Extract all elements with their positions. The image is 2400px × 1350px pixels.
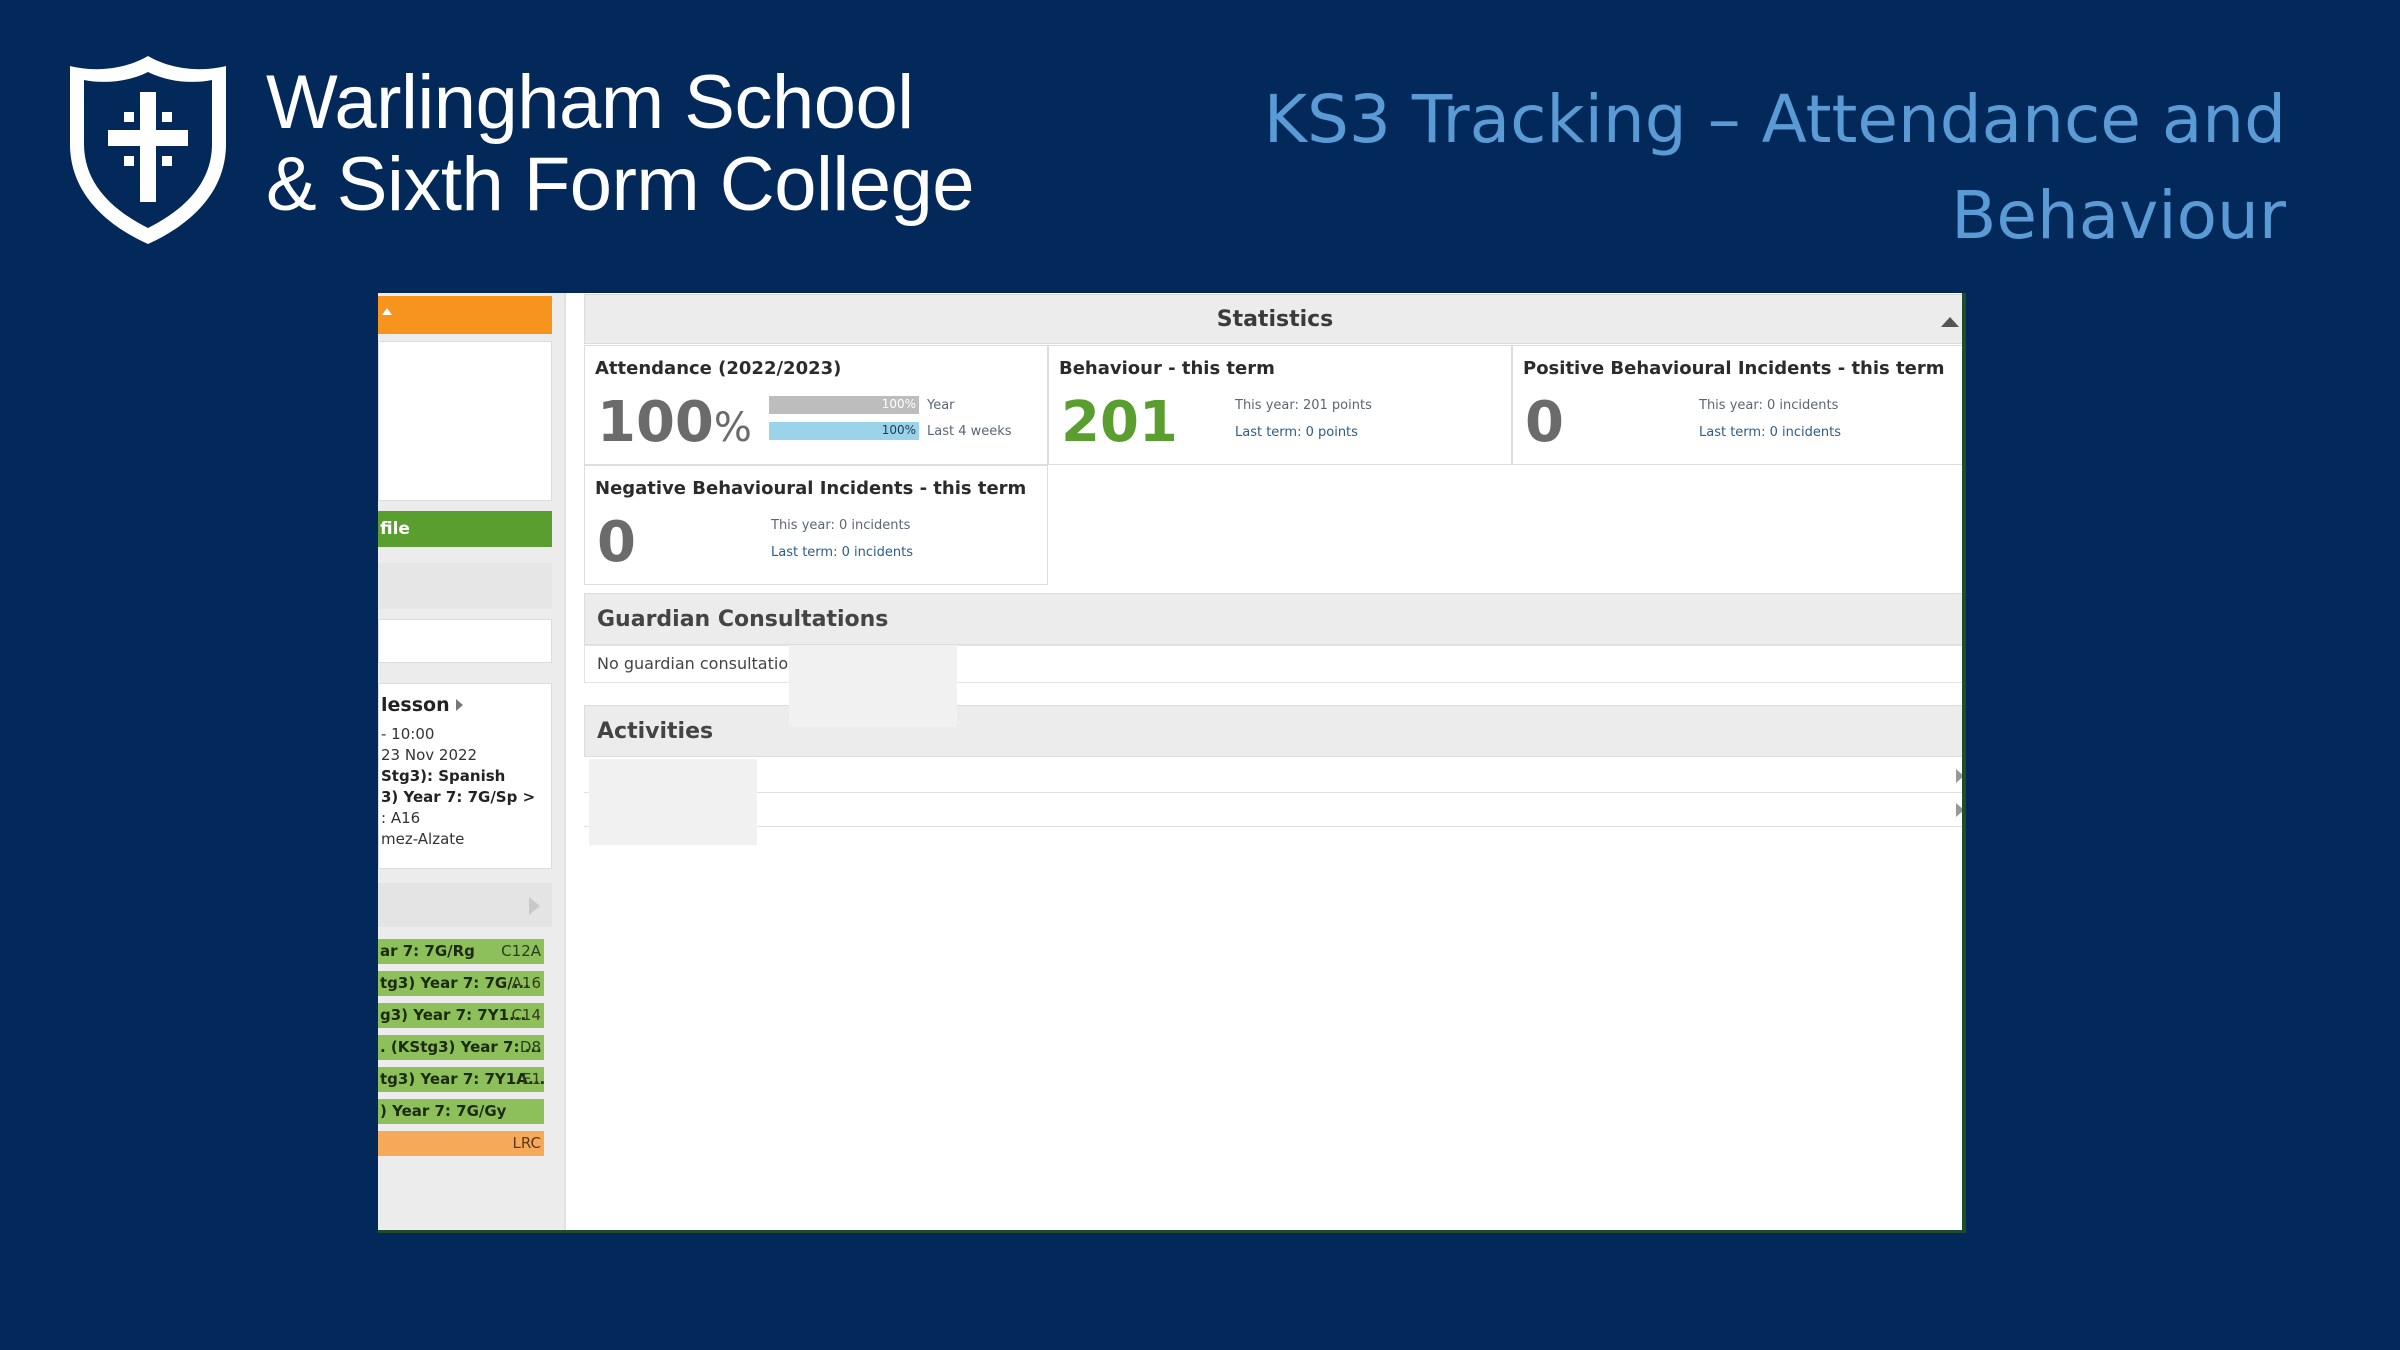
main-panel: Statistics Attendance (2022/2023) 100% 1… — [584, 293, 1962, 1230]
behaviour-this-year: This year: 201 points — [1235, 398, 1372, 413]
sidebar: file lesson - 10:00 23 Nov 2022 Stg3): S… — [378, 293, 566, 1230]
timetable-room: A16 — [511, 974, 541, 992]
negative-this-year: This year: 0 incidents — [771, 518, 911, 533]
attendance-year-bar-value: 100% — [881, 397, 916, 411]
timetable-subject: g3) Year 7: 7Y1... — [380, 1006, 527, 1024]
lesson-class-link[interactable]: 3) Year 7: 7G/Sp > — [381, 787, 551, 808]
school-name: Warlingham School & Sixth Form College — [266, 60, 975, 227]
chevron-right-icon — [455, 699, 463, 711]
redacted-area — [789, 645, 957, 727]
student-dashboard-screenshot: file lesson - 10:00 23 Nov 2022 Stg3): S… — [378, 293, 1966, 1233]
positive-this-year: This year: 0 incidents — [1699, 398, 1839, 413]
profile-button[interactable]: file — [378, 511, 552, 547]
school-name-line1: Warlingham School — [266, 60, 914, 145]
chevron-right-icon[interactable] — [529, 897, 540, 915]
next-lesson-title[interactable]: lesson — [381, 694, 551, 716]
timetable-subject: ar 7: 7G/Rg — [380, 942, 475, 960]
timetable-room: C12A — [501, 942, 541, 960]
collapse-up-icon[interactable] — [1941, 317, 1959, 327]
behaviour-card: Behaviour - this term 201 This year: 201… — [1048, 345, 1512, 465]
activity-row[interactable] — [584, 759, 1962, 793]
behaviour-points-value: 201 — [1061, 390, 1178, 455]
shield-cross-icon — [70, 56, 226, 244]
negative-incidents-title: Negative Behavioural Incidents - this te… — [595, 478, 1027, 499]
lesson-room: : A16 — [381, 809, 421, 827]
timetable-room: C14 — [511, 1006, 541, 1024]
sidebar-header-bar[interactable] — [378, 296, 552, 334]
chevron-right-icon[interactable] — [1956, 769, 1962, 783]
positive-incidents-card: Positive Behavioural Incidents - this te… — [1512, 345, 1962, 465]
slide-title: KS3 Tracking – Attendance and Behaviour — [1126, 72, 2286, 264]
timetable-room: LRC — [512, 1134, 541, 1152]
attendance-unit: % — [713, 405, 752, 451]
timetable-subject: tg3) Year 7: 7Y1A... — [380, 1070, 544, 1088]
positive-incidents-value: 0 — [1525, 390, 1564, 455]
positive-last-term: Last term: 0 incidents — [1699, 425, 1841, 440]
attendance-4weeks-bar-value: 100% — [881, 423, 916, 437]
lesson-subject: Stg3): Spanish — [381, 767, 506, 785]
timetable-subject: ) Year 7: 7G/Gy — [380, 1102, 507, 1120]
timetable-row[interactable]: tg3) Year 7: 7G/... A16 — [378, 971, 544, 996]
timetable-room: E1 — [521, 1070, 541, 1088]
timetable-row[interactable]: g3) Year 7: 7Y1... C14 — [378, 1003, 544, 1028]
chevron-right-icon[interactable] — [1956, 803, 1962, 817]
sidebar-section-header — [378, 563, 552, 609]
lesson-teacher: mez-Alzate — [381, 830, 465, 848]
timetable-row[interactable]: ) Year 7: 7G/Gy — [378, 1099, 544, 1124]
slide-title-line2: Behaviour — [1951, 177, 2286, 254]
lesson-time: - 10:00 — [381, 725, 435, 743]
attendance-year-bar: 100% — [769, 396, 919, 414]
attendance-card: Attendance (2022/2023) 100% 100% Year 10… — [584, 345, 1048, 465]
attendance-year-label: Year — [927, 398, 955, 413]
negative-incidents-value: 0 — [597, 510, 636, 575]
attendance-title: Attendance (2022/2023) — [595, 358, 842, 379]
positive-incidents-title: Positive Behavioural Incidents - this te… — [1523, 358, 1945, 379]
statistics-header[interactable]: Statistics — [584, 294, 1962, 344]
timetable-row[interactable]: LRC — [378, 1131, 544, 1156]
guardian-consultations-header[interactable]: Guardian Consultations — [584, 593, 1962, 645]
collapse-caret-icon[interactable] — [382, 308, 392, 315]
attendance-4weeks-bar: 100% — [769, 422, 919, 440]
behaviour-title: Behaviour - this term — [1059, 358, 1275, 379]
statistics-title: Statistics — [1216, 307, 1334, 332]
school-name-line2: & Sixth Form College — [266, 142, 975, 227]
attendance-4weeks-label: Last 4 weeks — [927, 424, 1012, 439]
student-photo-panel — [378, 341, 552, 501]
lesson-date: 23 Nov 2022 — [381, 746, 478, 764]
behaviour-last-term: Last term: 0 points — [1235, 425, 1358, 440]
attendance-value: 100% — [597, 388, 752, 463]
sidebar-section-body — [378, 619, 552, 663]
next-lesson-panel[interactable]: lesson - 10:00 23 Nov 2022 Stg3): Spanis… — [378, 683, 552, 869]
attendance-number: 100 — [597, 390, 714, 455]
next-lesson-label: lesson — [381, 694, 450, 716]
timetable-subject: . (KStg3) Year 7: ... — [380, 1038, 542, 1056]
timetable-row[interactable]: tg3) Year 7: 7Y1A... E1 — [378, 1067, 544, 1092]
activity-row[interactable] — [584, 793, 1962, 827]
negative-incidents-card: Negative Behavioural Incidents - this te… — [584, 465, 1048, 585]
timetable-room: D8 — [519, 1038, 541, 1056]
negative-last-term: Last term: 0 incidents — [771, 545, 913, 560]
timetable-subject: tg3) Year 7: 7G/... — [380, 974, 530, 992]
timetable-header[interactable] — [378, 883, 552, 927]
redacted-area — [589, 759, 757, 845]
timetable-row[interactable]: ar 7: 7G/Rg C12A — [378, 939, 544, 964]
timetable-row[interactable]: . (KStg3) Year 7: ... D8 — [378, 1035, 544, 1060]
slide-title-line1: KS3 Tracking – Attendance and — [1263, 81, 2286, 158]
